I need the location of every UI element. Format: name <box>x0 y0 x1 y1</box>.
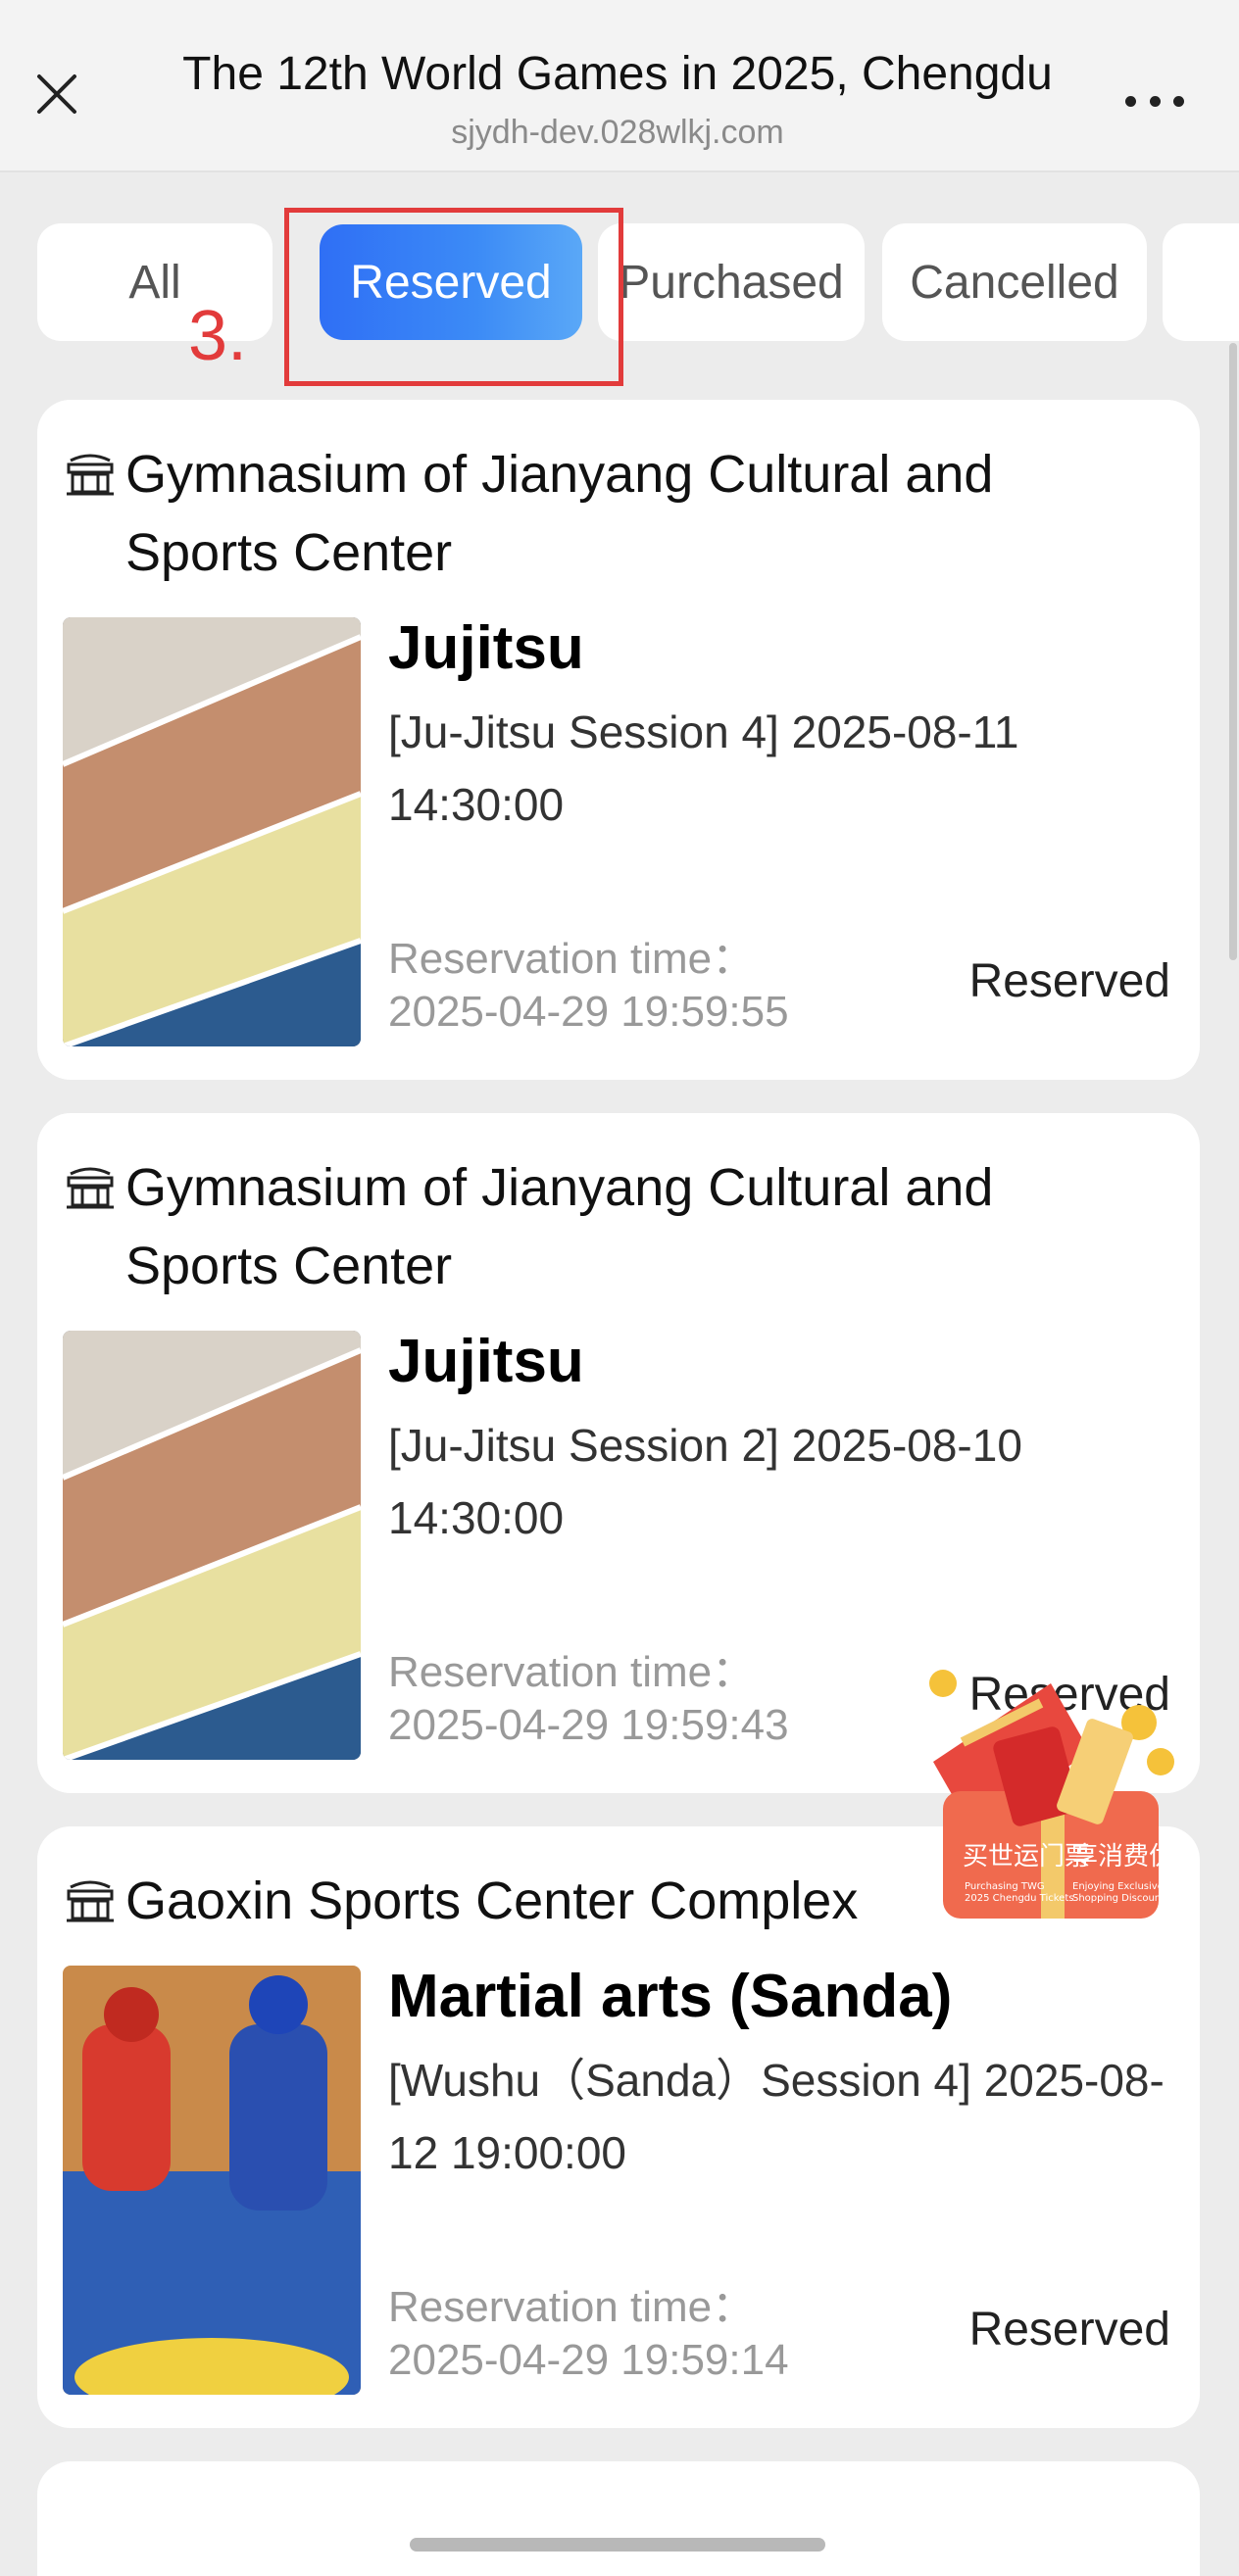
event-thumbnail <box>63 1966 361 2395</box>
page-title: The 12th World Games in 2025, Chengdu <box>182 48 1053 100</box>
tab-more-partial[interactable] <box>1163 223 1239 341</box>
sport-name: Jujitsu <box>388 1328 584 1395</box>
tab-label: All <box>128 256 181 309</box>
reservation-time-value: 2025-04-29 19:59:14 <box>388 2336 789 2384</box>
annotation-step-number: 3. <box>188 297 248 375</box>
stadium-icon <box>67 1880 114 1922</box>
event-thumbnail <box>63 617 361 1046</box>
venue-row: Gymnasium of Jianyang Cultural and Sport… <box>63 435 1161 592</box>
session-info: [Wushu（Sanda）Session 4] 2025-08-12 19:00… <box>388 2055 1165 2178</box>
tab-purchased[interactable]: Purchased <box>598 223 865 341</box>
app-header: The 12th World Games in 2025, Chengdu sj… <box>0 0 1239 172</box>
venue-name: Gymnasium of Jianyang Cultural and Sport… <box>125 1158 994 1295</box>
venue-row: Gymnasium of Jianyang Cultural and Sport… <box>63 1148 1161 1305</box>
event-thumbnail <box>63 1331 361 1760</box>
close-icon <box>37 74 76 114</box>
home-indicator[interactable] <box>410 2538 825 2552</box>
tab-label: Purchased <box>619 256 844 309</box>
stadium-icon <box>67 1167 114 1209</box>
svg-text:2025 Chengdu Tickets: 2025 Chengdu Tickets <box>965 1893 1073 1904</box>
annotation-highlight-box <box>284 208 623 386</box>
session-info: [Ju-Jitsu Session 2] 2025-08-10 14:30:00 <box>388 1420 1022 1543</box>
svg-text:Enjoying Exclusive: Enjoying Exclusive <box>1072 1881 1164 1892</box>
close-button[interactable] <box>24 61 90 127</box>
venue-name: Gaoxin Sports Center Complex <box>125 1871 859 1930</box>
session-info: [Ju-Jitsu Session 4] 2025-08-11 14:30:00 <box>388 706 1019 830</box>
status-label: Reserved <box>968 2304 1170 2356</box>
sport-name: Martial arts (Sanda) <box>388 1963 953 2030</box>
more-icon-dot <box>1173 95 1184 107</box>
reservation-time-label: Reservation time： <box>388 1648 756 1696</box>
svg-text:买世运门票: 买世运门票 <box>963 1842 1090 1871</box>
tab-cancelled[interactable]: Cancelled <box>882 223 1147 341</box>
tab-label: Cancelled <box>910 256 1119 309</box>
status-label: Reserved <box>968 955 1170 1007</box>
reservation-time-label: Reservation time： <box>388 935 756 983</box>
reservation-card[interactable] <box>37 2461 1200 2576</box>
svg-text:Purchasing TWG: Purchasing TWG <box>965 1881 1045 1892</box>
more-icon-dot <box>1149 95 1161 107</box>
svg-text:Shopping Discounts: Shopping Discounts <box>1072 1893 1169 1904</box>
svg-text:享消费优惠: 享消费优惠 <box>1072 1842 1188 1871</box>
reservation-time-value: 2025-04-29 19:59:55 <box>388 988 789 1036</box>
scrollbar[interactable] <box>1229 343 1237 960</box>
more-button[interactable] <box>1114 76 1196 125</box>
gift-box-icon: 买世运门票 享消费优惠 Purchasing TWG 2025 Chengdu … <box>929 1670 1200 1919</box>
venue-name: Gymnasium of Jianyang Cultural and Sport… <box>125 445 994 582</box>
sport-name: Jujitsu <box>388 614 584 682</box>
promo-gift-button[interactable]: 买世运门票 享消费优惠 Purchasing TWG 2025 Chengdu … <box>904 1644 1200 1938</box>
more-icon <box>1125 95 1136 107</box>
stadium-icon <box>67 454 114 496</box>
reservation-time-value: 2025-04-29 19:59:43 <box>388 1701 789 1749</box>
page-url: sjydh-dev.028wlkj.com <box>451 114 784 151</box>
reservation-time-label: Reservation time： <box>388 2283 756 2331</box>
reservation-card[interactable]: Gymnasium of Jianyang Cultural and Sport… <box>37 400 1200 1080</box>
